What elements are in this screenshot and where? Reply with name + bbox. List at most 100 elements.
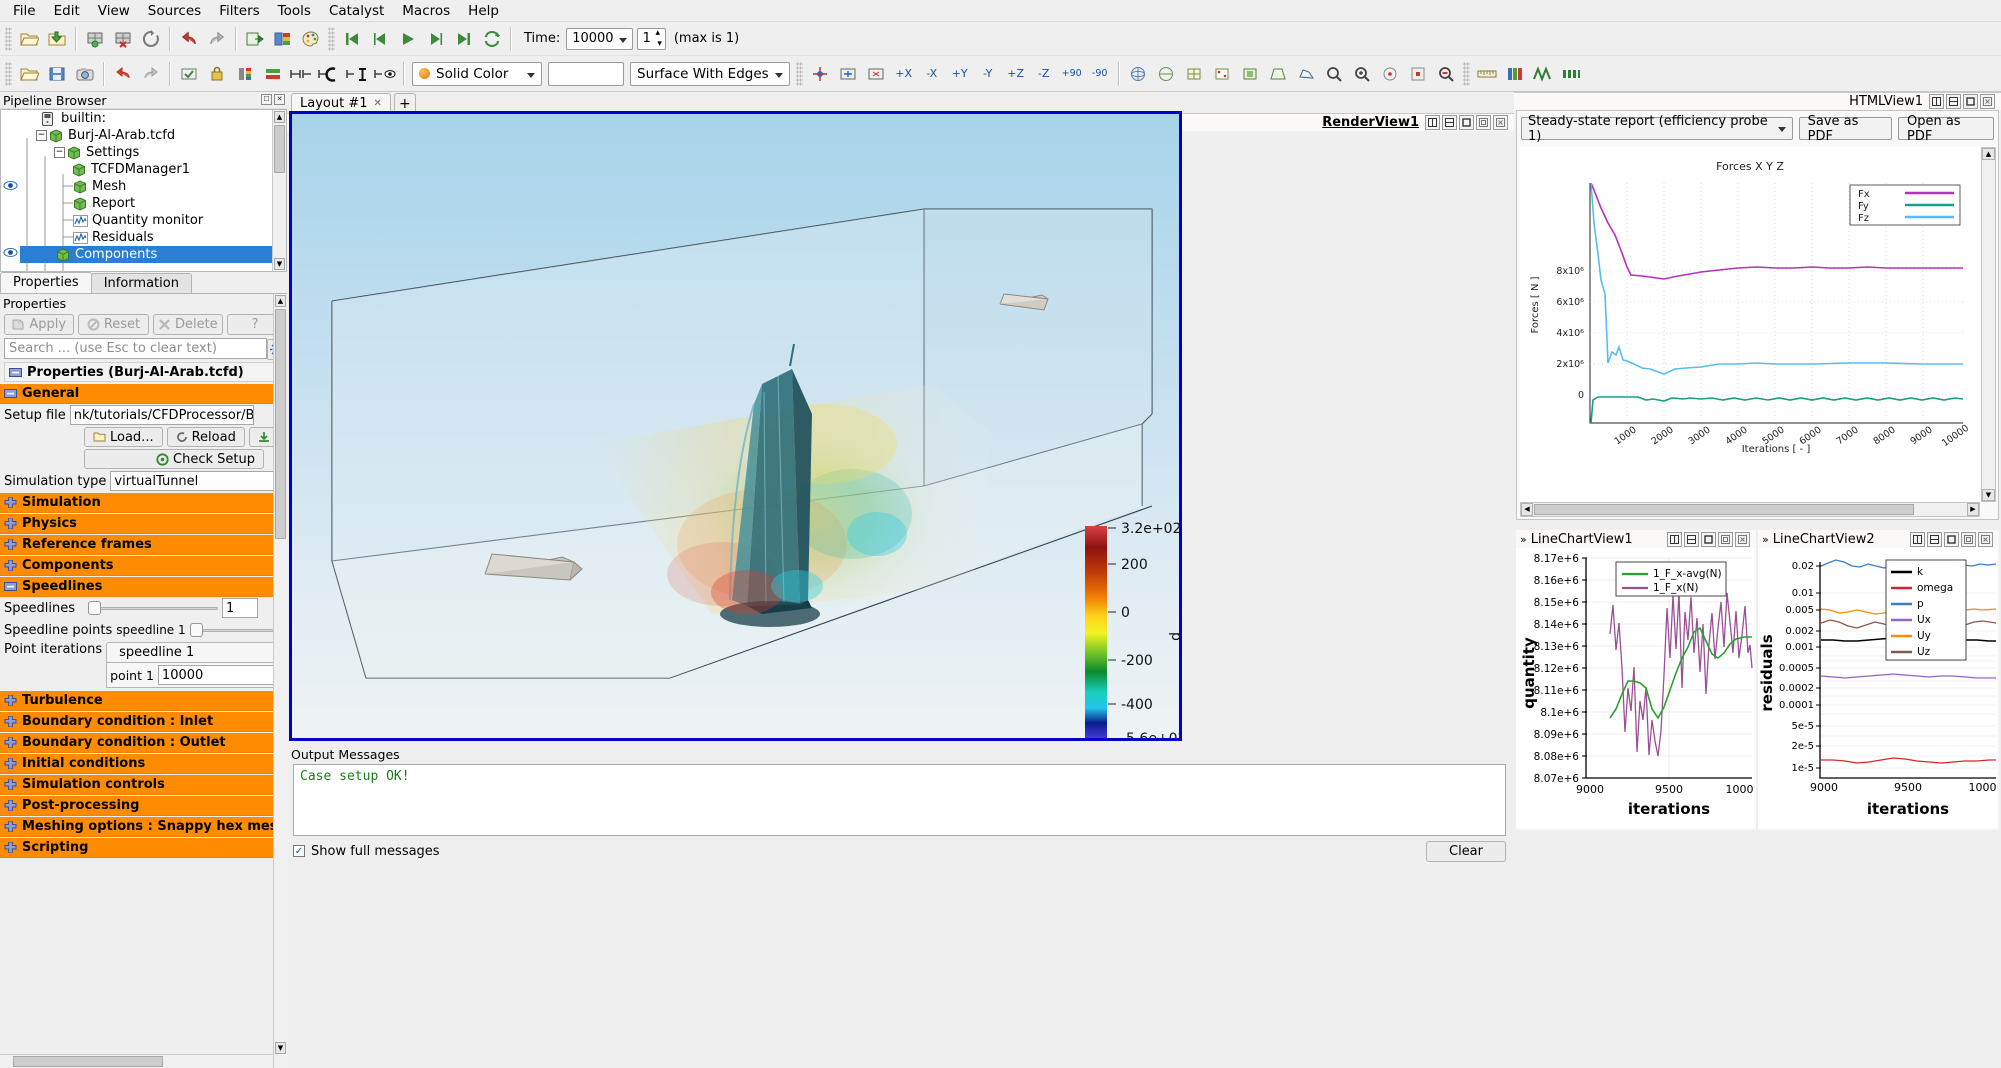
surface-lic-icon[interactable] xyxy=(1558,61,1584,87)
pipeline-item-mesh[interactable]: Mesh xyxy=(1,178,273,195)
clear-button[interactable]: Clear xyxy=(1426,841,1506,862)
rotate-minus90-icon[interactable]: -90 xyxy=(1087,61,1113,87)
delete-button[interactable]: Delete xyxy=(153,314,223,335)
speedlines-value[interactable]: 1 xyxy=(222,598,258,618)
split-vertical-icon[interactable] xyxy=(1442,115,1457,130)
layout-tab-1[interactable]: Layout #1 ✕ xyxy=(291,93,391,113)
section-turbulence[interactable]: Turbulence xyxy=(0,691,287,711)
scroll-up-icon[interactable]: ▲ xyxy=(1982,148,1995,160)
pipeline-item-residuals[interactable]: Residuals xyxy=(1,229,273,246)
representation-combo[interactable]: Surface With Edges xyxy=(630,62,790,86)
save-as-pdf-button[interactable]: Save as PDF xyxy=(1799,117,1892,140)
interaction-mode-2d-icon[interactable] xyxy=(1153,61,1179,87)
menu-help[interactable]: Help xyxy=(459,1,508,21)
menu-macros[interactable]: Macros xyxy=(393,1,459,21)
report-content[interactable]: Forces X Y Z 0 xyxy=(1520,147,1980,502)
save-file-icon[interactable] xyxy=(44,26,70,52)
close-icon[interactable] xyxy=(1978,532,1993,547)
speedlines-slider[interactable] xyxy=(88,599,218,617)
pos-z-view-icon[interactable]: +Z xyxy=(1003,61,1029,87)
pipeline-scrollbar[interactable]: ▲ ▼ xyxy=(272,110,286,271)
toolbar-grip-2[interactable] xyxy=(328,27,335,51)
maximize-icon[interactable] xyxy=(1944,532,1959,547)
camera-undo-icon[interactable] xyxy=(110,61,136,87)
scroll-down-icon[interactable]: ▼ xyxy=(275,1042,286,1054)
report-select[interactable]: Steady-state report (efficiency probe 1) xyxy=(1521,117,1793,140)
menu-edit[interactable]: Edit xyxy=(45,1,89,21)
report-vertical-scrollbar[interactable]: ▲ ▼ xyxy=(1981,147,1996,502)
maximize-icon[interactable] xyxy=(1459,115,1474,130)
section-speedlines[interactable]: Speedlines xyxy=(0,577,287,597)
pipeline-item-builtin[interactable]: builtin: xyxy=(1,110,273,127)
simulation-type-input[interactable]: virtualTunnel xyxy=(110,471,290,491)
save-data-icon[interactable] xyxy=(44,61,70,87)
menu-filters[interactable]: Filters xyxy=(210,1,268,21)
speedline-tab[interactable]: speedline 1 xyxy=(106,642,282,662)
save-screenshot-icon[interactable] xyxy=(72,61,98,87)
section-reference-frames[interactable]: Reference frames xyxy=(0,535,287,555)
color-map-editor-icon[interactable] xyxy=(270,26,296,52)
pos-y-view-icon[interactable]: +Y xyxy=(947,61,973,87)
report-horizontal-scrollbar[interactable]: ◀ ▶ xyxy=(1520,502,1980,517)
undock-icon[interactable] xyxy=(1961,532,1976,547)
pipeline-item-tcfdmanager1[interactable]: TCFDManager1 xyxy=(1,161,273,178)
open-as-pdf-button[interactable]: Open as PDF xyxy=(1898,117,1994,140)
first-frame-icon[interactable] xyxy=(339,26,365,52)
render-view-canvas[interactable]: 3.2e+02 200 0 -200 -400 -5.6e+02 p xyxy=(292,114,1179,738)
scrollbar-thumb[interactable] xyxy=(13,1056,163,1067)
edit-color-palette-icon[interactable] xyxy=(298,26,324,52)
select-frustum-icon[interactable] xyxy=(1265,61,1291,87)
last-frame-icon[interactable] xyxy=(451,26,477,52)
open-data-icon[interactable] xyxy=(16,61,42,87)
array-component-combo[interactable] xyxy=(548,62,624,86)
section-scripting[interactable]: Scripting xyxy=(0,838,287,858)
previous-frame-icon[interactable] xyxy=(367,26,393,52)
neg-x-view-icon[interactable]: -X xyxy=(919,61,945,87)
neg-z-view-icon[interactable]: -Z xyxy=(1031,61,1057,87)
play-icon[interactable] xyxy=(395,26,421,52)
mesh-quality-icon[interactable] xyxy=(1530,61,1556,87)
hover-cells-icon[interactable] xyxy=(1405,61,1431,87)
tab-properties[interactable]: Properties xyxy=(0,272,92,293)
connect-server-icon[interactable] xyxy=(82,26,108,52)
visibility-eye-icon[interactable] xyxy=(3,179,18,194)
output-messages-text[interactable]: Case setup OK! xyxy=(293,764,1506,836)
visibility-eye-icon[interactable] xyxy=(3,246,18,263)
pipeline-item-components[interactable]: Components xyxy=(20,246,273,263)
menu-catalyst[interactable]: Catalyst xyxy=(320,1,393,21)
color-legend-icon[interactable] xyxy=(1502,61,1528,87)
section-simulation-controls[interactable]: Simulation controls xyxy=(0,775,287,795)
rescale-custom-icon[interactable] xyxy=(316,61,342,87)
scroll-down-icon[interactable]: ▼ xyxy=(1982,489,1995,501)
section-source-properties[interactable]: Properties (Burj-Al-Arab.tcfd) xyxy=(4,362,283,382)
scroll-up-icon[interactable]: ▲ xyxy=(275,295,286,307)
section-boundary-outlet[interactable]: Boundary condition : Outlet xyxy=(0,733,287,753)
tab-information[interactable]: Information xyxy=(91,273,192,293)
menu-file[interactable]: File xyxy=(4,1,45,21)
scroll-up-icon[interactable]: ▲ xyxy=(274,111,285,123)
scrollbar-thumb[interactable] xyxy=(274,125,285,173)
undo-icon[interactable] xyxy=(176,26,202,52)
menu-sources[interactable]: Sources xyxy=(139,1,210,21)
extract-selection-icon[interactable] xyxy=(242,26,268,52)
toggle-colorbar-icon[interactable] xyxy=(372,61,398,87)
undock-icon[interactable] xyxy=(1718,532,1733,547)
pipeline-undock-icon[interactable]: ☐ xyxy=(261,94,272,105)
section-meshing-options[interactable]: Meshing options : Snappy hex mesh xyxy=(0,817,287,837)
show-center-icon[interactable] xyxy=(807,61,833,87)
pipeline-item-settings[interactable]: − Settings xyxy=(1,144,273,161)
section-initial-conditions[interactable]: Initial conditions xyxy=(0,754,287,774)
pipeline-close-icon[interactable]: ✕ xyxy=(274,94,285,105)
show-full-messages-checkbox[interactable]: ✓ xyxy=(293,845,305,857)
select-block-icon[interactable] xyxy=(1237,61,1263,87)
interactive-select-icon[interactable] xyxy=(1321,61,1347,87)
ruler-icon[interactable] xyxy=(1474,61,1500,87)
properties-hscrollbar[interactable] xyxy=(0,1054,273,1068)
maximize-icon[interactable] xyxy=(1701,532,1716,547)
menu-tools[interactable]: Tools xyxy=(269,1,320,21)
open-file-icon[interactable] xyxy=(16,26,42,52)
reset-button[interactable]: Reset xyxy=(78,314,148,335)
select-points-icon[interactable] xyxy=(1209,61,1235,87)
section-simulation[interactable]: Simulation xyxy=(0,493,287,513)
split-horizontal-icon[interactable] xyxy=(1929,94,1944,109)
